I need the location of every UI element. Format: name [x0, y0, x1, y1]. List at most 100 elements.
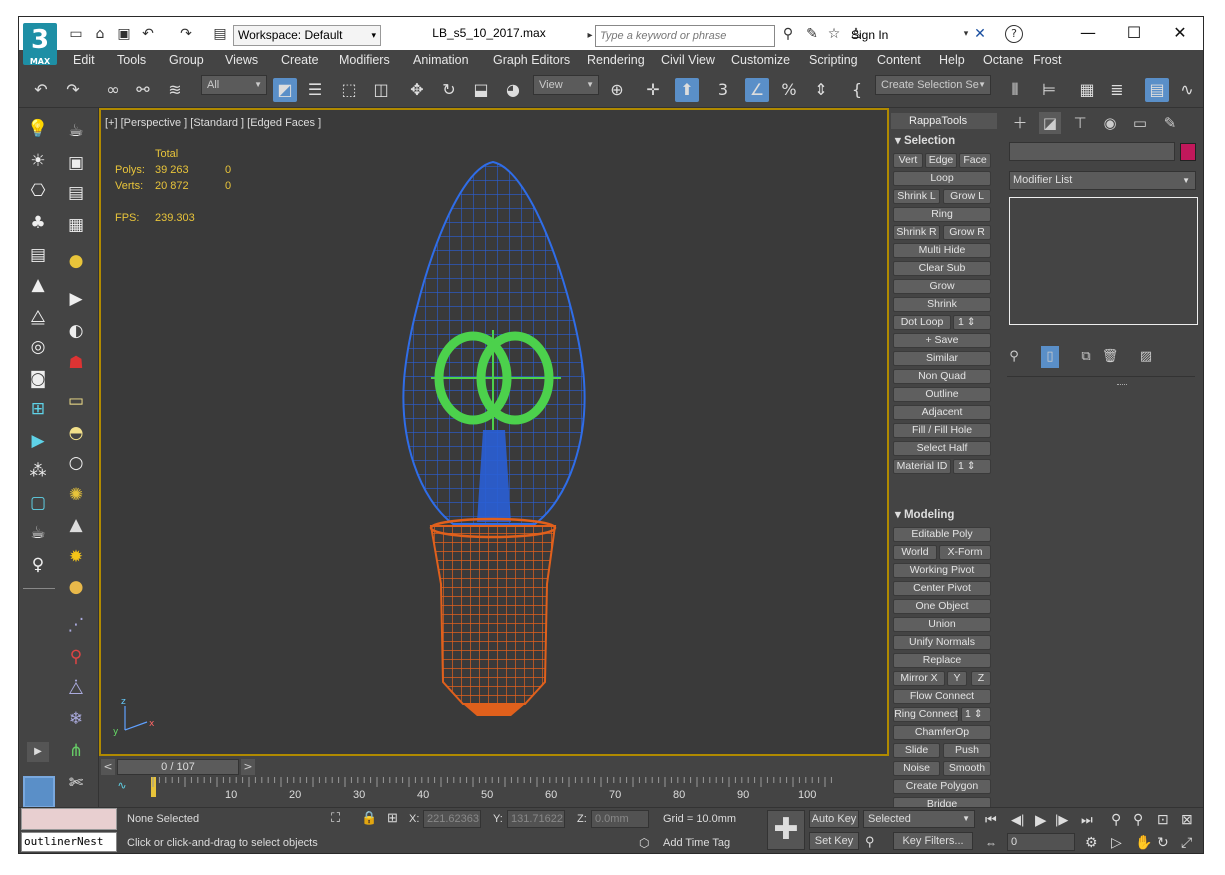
light-lister-icon[interactable]: ●: [63, 248, 89, 274]
object-color-swatch[interactable]: [1180, 143, 1196, 161]
add-time-tag[interactable]: Add Time Tag: [663, 837, 730, 849]
face-button[interactable]: Face: [959, 153, 991, 168]
material-id-button[interactable]: Material ID: [893, 459, 951, 474]
bone-icon[interactable]: ⚲: [63, 644, 89, 670]
set-key-button[interactable]: Set Key: [809, 832, 859, 850]
menu-frost[interactable]: Frost: [1033, 53, 1061, 67]
save-file-icon[interactable]: ▣: [115, 25, 133, 43]
sun-icon[interactable]: ☀: [25, 148, 51, 174]
editable-poly-button[interactable]: Editable Poly: [893, 527, 991, 542]
open-file-icon[interactable]: ⌂: [91, 25, 109, 43]
working-pivot-button[interactable]: Working Pivot: [893, 563, 991, 578]
geosphere-icon[interactable]: ✺: [63, 482, 89, 508]
lightbulb-icon[interactable]: 💡: [25, 116, 51, 142]
ring-connect-spinner[interactable]: 1 ⇕: [961, 707, 991, 722]
selection-section-title[interactable]: ▾ Selection: [895, 133, 955, 147]
time-slider-thumb[interactable]: 0 / 107: [117, 759, 239, 775]
redo-icon[interactable]: ↷: [61, 78, 85, 102]
project-folder-icon[interactable]: ▤: [211, 25, 229, 43]
binoculars-icon[interactable]: ⚲: [779, 25, 797, 43]
next-frame-icon[interactable]: >: [241, 759, 255, 775]
hair-icon[interactable]: ✄: [63, 770, 89, 796]
teapot-icon[interactable]: ☕: [63, 118, 89, 144]
shrink-button[interactable]: Shrink: [893, 297, 991, 312]
non-quad-button[interactable]: Non Quad: [893, 369, 991, 384]
union-button[interactable]: Union: [893, 617, 991, 632]
center-pivot-button[interactable]: Center Pivot: [893, 581, 991, 596]
maximize-icon[interactable]: ☐: [1111, 21, 1157, 45]
remove-modifier-icon[interactable]: 🗑: [1101, 346, 1119, 368]
bind-space-warp-icon[interactable]: ≋: [163, 78, 187, 102]
scatter-icon[interactable]: ⁂: [25, 458, 51, 484]
multi-hide-button[interactable]: Multi Hide: [893, 243, 991, 258]
utilities-tab-icon[interactable]: ✎: [1159, 112, 1181, 134]
key-filters-button[interactable]: Key Filters...: [893, 832, 973, 850]
maxscript-listener-output[interactable]: [21, 808, 117, 830]
save-selection-button[interactable]: + Save: [893, 333, 991, 348]
ring-icon[interactable]: ◎: [25, 334, 51, 360]
snaps-toggle-icon[interactable]: 3: [711, 78, 735, 102]
previous-frame-icon[interactable]: <: [101, 759, 115, 775]
app-logo[interactable]: 3 MAX: [23, 23, 57, 66]
adjacent-button[interactable]: Adjacent: [893, 405, 991, 420]
configure-modifier-sets-icon[interactable]: ▨: [1137, 346, 1155, 368]
z-coordinate-field[interactable]: 0.0mm: [591, 810, 649, 828]
shrink-loop-button[interactable]: Shrink L: [893, 189, 940, 204]
replace-button[interactable]: Replace: [893, 653, 991, 668]
mirror-icon[interactable]: ⫴: [1003, 78, 1027, 102]
dot-loop-button[interactable]: Dot Loop: [893, 315, 951, 330]
key-tangent-icon[interactable]: ⚲: [865, 834, 875, 850]
rectangular-selection-icon[interactable]: ⬚: [337, 78, 361, 102]
time-tag-icon[interactable]: ⬡: [639, 836, 649, 850]
material-icon[interactable]: ◙: [25, 366, 51, 392]
render-frame-icon[interactable]: ▶: [25, 428, 51, 454]
pine-icon[interactable]: ⧋: [25, 304, 51, 330]
field-of-view-icon[interactable]: ▷: [1111, 834, 1122, 851]
isolate-selection-icon[interactable]: ⛶: [331, 810, 340, 826]
flow-connect-button[interactable]: Flow Connect: [893, 689, 991, 704]
move-icon[interactable]: ✥: [405, 78, 429, 102]
undo-icon[interactable]: ↶: [29, 78, 53, 102]
search-input[interactable]: Type a keyword or phrase: [595, 25, 775, 47]
modifier-stack[interactable]: [1009, 197, 1198, 325]
resize-handle[interactable]: [1117, 384, 1127, 386]
keyboard-shortcut-override-icon[interactable]: ⬆: [675, 78, 699, 102]
play-icon[interactable]: ▶: [1035, 811, 1047, 829]
light-bulb-model[interactable]: z x y: [101, 110, 887, 754]
rotate-icon[interactable]: ↻: [437, 78, 461, 102]
perspective-viewport[interactable]: [+] [Perspective ] [Standard ] [Edged Fa…: [99, 108, 889, 756]
maximize-viewport-icon[interactable]: ⤢: [1181, 834, 1192, 851]
object-name-field[interactable]: [1009, 142, 1175, 161]
clear-sub-button[interactable]: Clear Sub: [893, 261, 991, 276]
go-to-end-icon[interactable]: ⏭: [1081, 812, 1093, 828]
menu-content[interactable]: Content: [877, 53, 921, 67]
ice-icon[interactable]: ❄: [63, 706, 89, 732]
redo-icon[interactable]: ↷: [177, 25, 195, 43]
menu-animation[interactable]: Animation: [413, 53, 469, 67]
menu-modifiers[interactable]: Modifiers: [339, 53, 390, 67]
create-polygon-button[interactable]: Create Polygon: [893, 779, 991, 794]
bulb-outline-icon[interactable]: ♀: [25, 552, 51, 578]
named-selection-dropdown[interactable]: Create Selection Se ▼: [875, 75, 991, 95]
absolute-mode-icon[interactable]: ⊞: [387, 810, 398, 826]
one-object-button[interactable]: One Object: [893, 599, 991, 614]
mini-curve-editor-icon[interactable]: ∿: [111, 779, 133, 797]
angle-snap-icon[interactable]: ∠: [745, 78, 769, 102]
create-tab-icon[interactable]: ＋: [1009, 112, 1031, 134]
mirror-x-button[interactable]: Mirror X: [893, 671, 945, 686]
menu-rendering[interactable]: Rendering: [587, 53, 645, 67]
placement-icon[interactable]: ◕: [501, 78, 525, 102]
particles-icon[interactable]: ⋰: [63, 612, 89, 638]
key-mode-toggle-icon[interactable]: ⇔: [985, 836, 997, 850]
unlink-icon[interactable]: ⚯: [131, 78, 155, 102]
document-icon[interactable]: ▤: [63, 180, 89, 206]
previous-frame-icon[interactable]: ◀|: [1011, 812, 1024, 828]
shrink-ring-button[interactable]: Shrink R: [893, 225, 940, 240]
sphere-half-icon[interactable]: ◐: [63, 318, 89, 344]
edit-named-selection-icon[interactable]: {: [845, 78, 869, 102]
push-button[interactable]: Push: [943, 743, 991, 758]
zoom-extents-icon[interactable]: ⊡: [1157, 811, 1169, 828]
menu-tools[interactable]: Tools: [117, 53, 146, 67]
rappatools-header[interactable]: RappaTools: [891, 113, 997, 129]
x-coordinate-field[interactable]: 221.62363: [423, 810, 481, 828]
